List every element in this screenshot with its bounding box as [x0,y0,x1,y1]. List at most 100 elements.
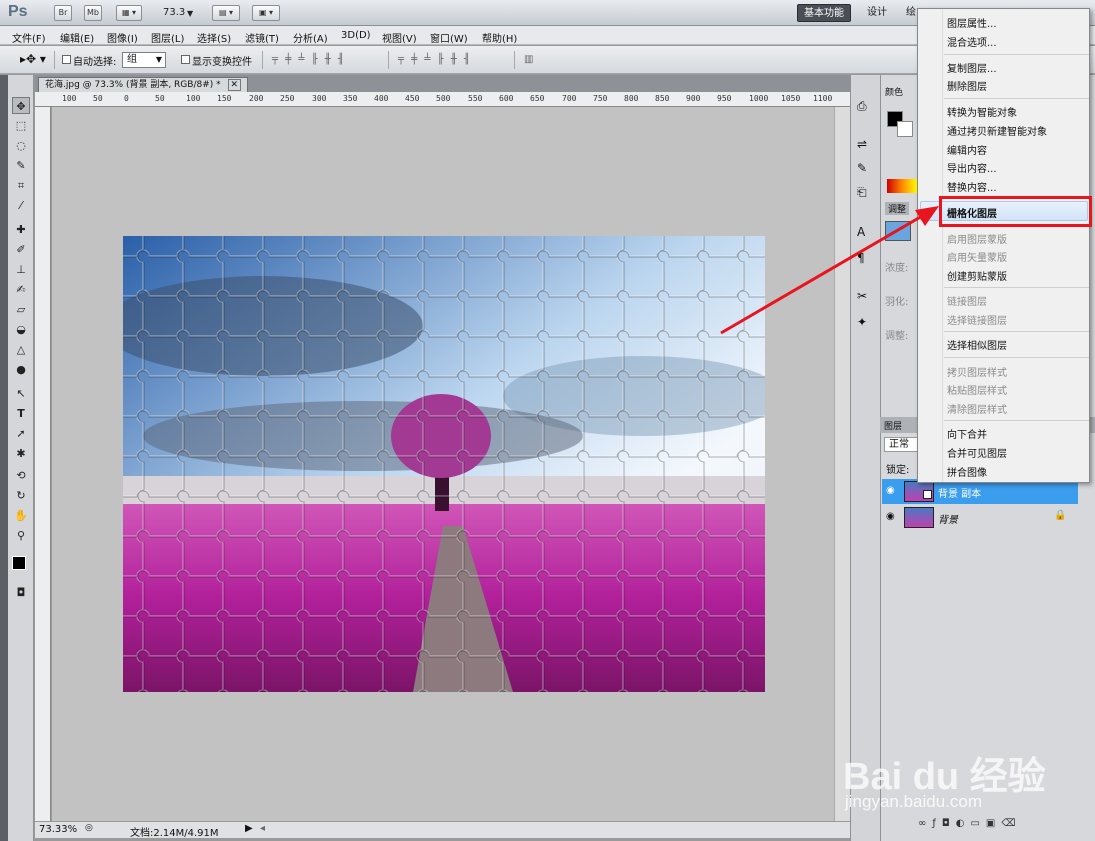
healing-tool-icon[interactable]: ✚ [12,221,30,238]
direct-select-tool-icon[interactable]: ➚ [12,425,30,442]
layers-footer-icons[interactable]: ∞ƒ◘◐▭▣⌫ [918,818,1022,829]
type-tool-icon[interactable]: T [12,405,30,422]
layer-row-background[interactable]: ◉ 背景 🔒 [882,505,1078,530]
crop-tool-icon[interactable]: ⌗ [12,177,30,194]
hand-tool-icon[interactable]: ✋ [12,507,30,524]
eyedropper-tool-icon[interactable]: ⁄ [12,197,30,214]
menu-help[interactable]: 帮助(H) [482,30,517,45]
brush-tool-icon[interactable]: ✐ [12,241,30,258]
3d-rotate-tool-icon[interactable]: ⟲ [12,467,30,484]
toolbox: ✥ ⬚ ◌ ✎ ⌗ ⁄ ✚ ✐ ⊥ ✍ ▱ ◒ △ ● ↖ T ➚ ✱ ⟲ ↻ … [8,75,34,841]
menu-item-duplicate-layer[interactable]: 复制图层... [947,60,997,75]
ruler-tick: 350 [343,94,358,103]
menu-file[interactable]: 文件(F) [12,30,46,45]
workspace-essentials[interactable]: 基本功能 [797,4,851,22]
actions-panel-icon[interactable]: ⇌ [857,137,867,151]
menu-item-select-similar-layers[interactable]: 选择相似图层 [947,337,1007,352]
eraser-tool-icon[interactable]: ▱ [12,301,30,318]
blur-tool-icon[interactable]: △ [12,341,30,358]
menu-item-replace-contents[interactable]: 替换内容... [947,179,997,194]
blend-mode-dropdown[interactable]: 正常 [884,437,920,452]
menu-analysis[interactable]: 分析(A) [293,30,328,45]
path-select-tool-icon[interactable]: ↖ [12,385,30,402]
auto-select-value: 组 [127,54,137,65]
status-info-icon[interactable]: ◎ [85,823,93,833]
quick-mask-icon[interactable]: ◘ [12,584,30,601]
zoom-level[interactable]: 73.3 [163,7,185,18]
layer-name[interactable]: 背景 [938,511,958,526]
menu-item-layer-properties[interactable]: 图层属性... [947,15,997,30]
align-buttons-icon[interactable]: ╤ ╪ ╧ ╟ ╫ ╢ [272,54,346,65]
move-tool-icon[interactable]: ✥ [12,97,30,114]
menu-layer[interactable]: 图层(L) [151,30,184,45]
menu-select[interactable]: 选择(S) [197,30,231,45]
menu-item-enable-vector-mask[interactable]: 启用矢量蒙版 [947,249,1007,264]
menu-window[interactable]: 窗口(W) [430,30,468,45]
auto-select-dropdown[interactable]: 组 ▼ [122,52,166,68]
menu-item-export-contents[interactable]: 导出内容... [947,160,997,175]
auto-select-checkbox[interactable] [62,55,71,64]
menu-item-merge-down[interactable]: 向下合并 [947,426,987,441]
zoom-tool-icon[interactable]: ⚲ [12,527,30,544]
ruler-tick: 500 [436,94,451,103]
auto-align-icon[interactable]: ▥ [524,54,535,65]
menu-item-flatten-image[interactable]: 拼合图像 [947,464,987,479]
menu-item-new-smart-object-via-copy[interactable]: 通过拷贝新建智能对象 [947,123,1047,138]
layer-name[interactable]: 背景 副本 [938,485,981,500]
document-tab[interactable]: 花海.jpg @ 73.3% (背景 副本, RGB/8#) * ✕ [38,77,249,92]
3d-orbit-tool-icon[interactable]: ↻ [12,487,30,504]
layers-panel-tab[interactable]: 图层 [884,419,902,432]
menu-item-enable-layer-mask[interactable]: 启用图层蒙版 [947,231,1007,246]
bridge-button[interactable]: Br [54,5,72,21]
clone-source-panel-icon[interactable]: ⎗ [857,185,867,200]
minibridge-button[interactable]: Mb [84,5,102,21]
menu-item-clear-layer-style[interactable]: 清除图层样式 [947,401,1007,416]
history-brush-tool-icon[interactable]: ✍ [12,281,30,298]
menu-filter[interactable]: 滤镜(T) [245,30,279,45]
show-transform-checkbox[interactable] [181,55,190,64]
menu-item-convert-smart-object[interactable]: 转换为智能对象 [947,104,1017,119]
custom-shape-tool-icon[interactable]: ✱ [12,445,30,462]
color-panel-tab[interactable]: 颜色 [885,85,903,98]
menu-3d[interactable]: 3D(D) [341,30,371,41]
paint-bucket-tool-icon[interactable]: ◒ [12,321,30,338]
eye-icon[interactable]: ◉ [886,485,895,496]
arrange-documents-button[interactable]: ▤ ▾ [212,5,240,21]
menu-item-edit-contents[interactable]: 编辑内容 [947,142,987,157]
lasso-tool-icon[interactable]: ◌ [12,137,30,154]
menu-item-merge-visible[interactable]: 合并可见图层 [947,445,1007,460]
brushes-panel-icon[interactable]: ✎ [857,161,867,175]
workspace-design[interactable]: 设计 [861,4,893,22]
menu-item-copy-layer-style[interactable]: 拷贝图层样式 [947,364,1007,379]
eye-icon[interactable]: ◉ [886,511,895,522]
menu-item-create-clipping-mask[interactable]: 创建剪贴蒙版 [947,268,1007,283]
menu-item-blending-options[interactable]: 混合选项... [947,34,997,49]
stamp-tool-icon[interactable]: ⊥ [12,261,30,278]
distribute-buttons-icon[interactable]: ╤ ╪ ╧ ╟ ╫ ╢ [398,54,472,65]
view-extras-button[interactable]: ▦ ▾ [116,5,142,21]
menu-view[interactable]: 视图(V) [382,30,417,45]
foreground-color-swatch[interactable] [12,556,26,570]
marquee-tool-icon[interactable]: ⬚ [12,117,30,134]
menu-item-select-linked-layers[interactable]: 选择链接图层 [947,312,1007,327]
scroll-left-icon[interactable]: ◂ [260,823,265,834]
history-panel-icon[interactable]: ⎙ [857,99,867,114]
quick-select-tool-icon[interactable]: ✎ [12,157,30,174]
zoom-status[interactable]: 73.33% [39,824,77,835]
menu-image[interactable]: 图像(I) [107,30,138,45]
document-image[interactable] [123,236,765,692]
menu-item-link-layers[interactable]: 链接图层 [947,293,987,308]
color-ramp[interactable] [887,179,917,193]
chevron-down-icon[interactable]: ▼ [187,9,193,18]
screen-mode-button[interactable]: ▣ ▾ [252,5,280,21]
menu-item-delete-layer[interactable]: 删除图层 [947,78,987,93]
dodge-tool-icon[interactable]: ● [12,361,30,378]
menu-edit[interactable]: 编辑(E) [60,30,94,45]
divider [388,51,389,69]
ruler-tick: 0 [124,94,129,103]
panel-background-swatch[interactable] [897,121,913,137]
move-tool-preset-icon[interactable]: ▸✥ ▾ [20,52,46,66]
status-menu-arrow-icon[interactable]: ▶ [245,823,253,834]
close-icon[interactable]: ✕ [227,79,242,91]
menu-item-paste-layer-style[interactable]: 粘贴图层样式 [947,382,1007,397]
